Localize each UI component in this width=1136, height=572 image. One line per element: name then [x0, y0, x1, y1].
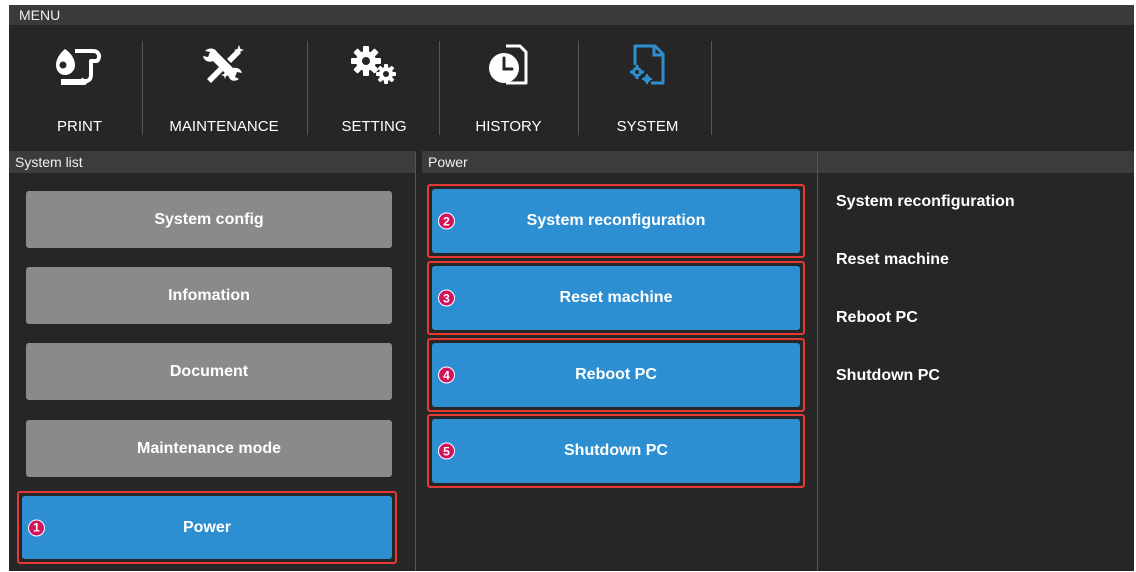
- reboot-pc-label: Reboot PC: [575, 366, 657, 383]
- reboot-pc-button[interactable]: 4 Reboot PC: [432, 343, 800, 407]
- toolbar-maintenance-button[interactable]: MAINTENANCE: [149, 37, 299, 141]
- step-marker: 4: [438, 366, 455, 384]
- system-reconfiguration-highlight: 2 System reconfiguration: [427, 184, 805, 258]
- reset-machine-label: Reset machine: [559, 289, 673, 306]
- system-list: System config Infomation Document Mainte…: [9, 173, 415, 571]
- detail-text: System reconfiguration: [836, 193, 1015, 210]
- history-icon: [488, 44, 527, 85]
- toolbar-separator: [142, 41, 143, 135]
- toolbar-separator: [578, 41, 579, 135]
- menu-label: MENU: [9, 5, 1134, 25]
- system-list-header: System list: [9, 151, 415, 173]
- system-icon: [628, 44, 664, 85]
- shutdown-pc-label: Shutdown PC: [564, 442, 668, 459]
- power-button[interactable]: 1 Power: [22, 496, 392, 559]
- toolbar-separator: [439, 41, 440, 135]
- shutdown-pc-highlight: 5 Shutdown PC: [427, 414, 805, 488]
- system-reconfiguration-label: System reconfiguration: [526, 212, 706, 229]
- toolbar: PRINT MAINTENANCE SETTING HISTORY SYSTEM: [9, 25, 1134, 151]
- app-window: MENU PRINT MAINTENANCE SETTING HISTORY S…: [9, 5, 1134, 571]
- gears-icon: [351, 46, 396, 84]
- toolbar-label: SETTING: [341, 118, 407, 135]
- detail-text: Reboot PC: [836, 309, 918, 326]
- toolbar-label: HISTORY: [475, 118, 542, 135]
- details-header: [818, 151, 1134, 173]
- document-button[interactable]: Document: [26, 343, 392, 400]
- shutdown-pc-button[interactable]: 5 Shutdown PC: [432, 419, 800, 483]
- maintenance-mode-button[interactable]: Maintenance mode: [26, 420, 392, 477]
- print-icon: [55, 49, 101, 85]
- information-button[interactable]: Infomation: [26, 267, 392, 324]
- system-reconfiguration-button[interactable]: 2 System reconfiguration: [432, 189, 800, 253]
- reset-machine-button[interactable]: 3 Reset machine: [432, 266, 800, 330]
- detail-text: Reset machine: [836, 251, 949, 268]
- detail-text: Shutdown PC: [836, 367, 940, 384]
- power-highlight: 1 Power: [17, 491, 397, 564]
- toolbar-separator: [711, 41, 712, 135]
- toolbar-separator: [307, 41, 308, 135]
- toolbar-history-button[interactable]: HISTORY: [446, 37, 571, 141]
- system-config-button[interactable]: System config: [26, 191, 392, 248]
- details-panel: System reconfiguration Reset machine Reb…: [818, 173, 1134, 571]
- power-button-label: Power: [182, 518, 231, 536]
- maintenance-icon: [203, 45, 244, 83]
- toolbar-label: MAINTENANCE: [169, 118, 279, 135]
- step-marker: 2: [438, 212, 455, 230]
- toolbar-label: SYSTEM: [616, 118, 679, 135]
- power-list: 2 System reconfiguration 3 Reset machine…: [416, 173, 817, 571]
- toolbar-label: PRINT: [57, 118, 102, 135]
- step-marker: 1: [28, 519, 45, 536]
- reboot-pc-highlight: 4 Reboot PC: [427, 338, 805, 412]
- step-marker: 3: [438, 289, 455, 307]
- reset-machine-highlight: 3 Reset machine: [427, 261, 805, 335]
- step-marker: 5: [438, 442, 455, 460]
- power-header: Power: [422, 151, 817, 173]
- toolbar-print-button[interactable]: PRINT: [27, 37, 132, 141]
- toolbar-setting-button[interactable]: SETTING: [314, 37, 434, 141]
- toolbar-system-button[interactable]: SYSTEM: [585, 37, 710, 141]
